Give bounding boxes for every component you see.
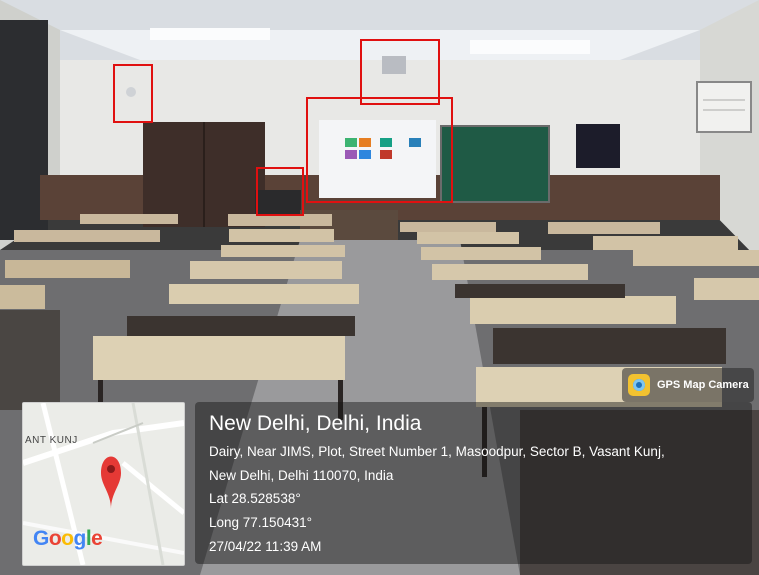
- highlight-podium: [256, 167, 304, 216]
- highlight-camera: [113, 64, 153, 123]
- gps-map-camera-badge: GPS Map Camera: [622, 368, 754, 402]
- map-area-label: ANT KUNJ: [25, 435, 78, 446]
- google-logo: Google: [33, 527, 103, 550]
- address-line-2: New Delhi, Delhi 110070, India: [209, 468, 394, 483]
- latitude: Lat 28.528538°: [209, 491, 301, 506]
- datetime: 27/04/22 11:39 AM: [209, 539, 322, 554]
- gps-map-camera-icon: [628, 374, 650, 396]
- map-thumbnail: ANT KUNJ Google: [22, 402, 185, 566]
- longitude: Long 77.150431°: [209, 515, 312, 530]
- highlight-projector: [360, 39, 440, 105]
- app-badge-label: GPS Map Camera: [657, 379, 749, 391]
- highlight-smartboard: [306, 97, 453, 203]
- address-line-1: Dairy, Near JIMS, Plot, Street Number 1,…: [209, 444, 665, 459]
- location-title: New Delhi, Delhi, India: [209, 412, 422, 435]
